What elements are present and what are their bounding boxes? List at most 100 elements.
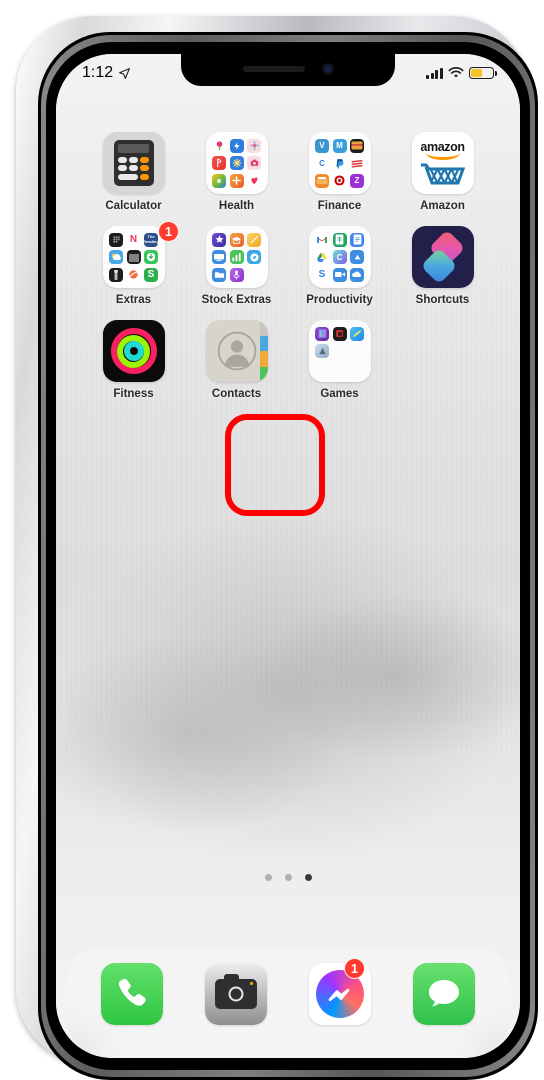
finance-folder-icon[interactable]: V M C Z <box>308 132 371 194</box>
mini-app-meet <box>332 267 347 282</box>
app-shortcuts[interactable]: Shortcuts <box>391 226 494 306</box>
mini-app <box>109 232 123 247</box>
mini-app-stocks <box>229 250 244 264</box>
mini-slot-empty <box>333 362 347 376</box>
folder-extras[interactable]: 1 N The Reading S Extras <box>82 221 185 306</box>
shortcuts-glyph-icon <box>423 232 462 282</box>
folder-stock-extras[interactable]: Stock Extras <box>185 226 288 306</box>
app-calculator[interactable]: Calculator <box>82 132 185 212</box>
dock-app-messenger[interactable]: 1 <box>309 958 371 1025</box>
page-dot-3-active[interactable] <box>304 874 312 881</box>
productivity-folder-icon[interactable]: C S <box>308 226 371 288</box>
app-row: Calculator Health V M C Z Finance amazon… <box>82 132 494 212</box>
mini-app-budget <box>315 173 329 188</box>
mini-app-game <box>332 326 347 341</box>
folder-health[interactable]: Health <box>185 132 288 212</box>
fitness-icon[interactable] <box>102 320 165 382</box>
folder-productivity[interactable]: C S Productivity <box>288 226 391 306</box>
calculator-icon[interactable] <box>102 132 165 194</box>
shortcuts-icon[interactable] <box>411 226 474 288</box>
camera-icon[interactable] <box>205 963 267 1025</box>
mini-app <box>229 138 244 153</box>
mini-app-gmail <box>315 232 329 247</box>
folder-finance[interactable]: V M C Z Finance <box>288 132 391 212</box>
contacts-icon[interactable] <box>205 320 268 382</box>
app-contacts[interactable]: Contacts <box>185 320 288 400</box>
contacts-index-tabs <box>259 320 268 382</box>
calculator-body <box>113 140 154 186</box>
speaker-grille <box>243 66 305 72</box>
camera-hump <box>224 974 239 980</box>
app-label: Calculator <box>105 200 162 212</box>
badge-count: 1 <box>158 221 179 242</box>
mini-app <box>247 138 261 153</box>
app-cell-empty <box>391 320 494 400</box>
dock-app-camera[interactable] <box>205 963 267 1025</box>
mini-app <box>247 173 261 188</box>
mini-app-venmo: V <box>315 138 329 153</box>
page-dot-1[interactable] <box>264 874 272 881</box>
mini-app-notes-alt <box>247 232 261 247</box>
mini-app <box>229 173 244 188</box>
stock-extras-folder-icon[interactable] <box>205 226 268 288</box>
phone-device-frame: 1:12 Calculator Health V M C Z Finance a… <box>16 16 538 1080</box>
mini-app-files <box>212 267 226 282</box>
calculator-keys <box>118 156 149 180</box>
location-arrow-icon <box>119 67 131 79</box>
mini-app <box>212 138 226 153</box>
mini-app-game <box>315 326 329 341</box>
mini-app <box>212 173 226 188</box>
mini-slot-empty <box>350 344 364 358</box>
battery-icon <box>469 67 497 79</box>
dock-app-phone[interactable] <box>101 963 163 1025</box>
app-amazon[interactable]: amazon Amazon <box>391 132 494 212</box>
phone-handset-icon <box>118 978 146 1006</box>
iphone-screen: 1:12 Calculator Health V M C Z Finance a… <box>56 54 520 1058</box>
badge-count: 1 <box>344 958 365 979</box>
phone-icon[interactable] <box>101 963 163 1025</box>
mini-app-onedrive <box>350 267 364 282</box>
mini-app-paint <box>126 267 141 282</box>
mini-slot-empty <box>350 362 364 376</box>
mini-app-cloud-arrow <box>350 250 364 264</box>
mini-app-chrome: C <box>332 250 347 264</box>
page-indicator-dots[interactable] <box>56 874 520 881</box>
app-fitness[interactable]: Fitness <box>82 320 185 400</box>
messenger-bolt-icon <box>328 988 350 1001</box>
messages-icon[interactable] <box>413 963 475 1025</box>
mini-app <box>229 156 244 170</box>
wifi-icon <box>448 67 464 78</box>
amazon-icon[interactable]: amazon <box>411 132 474 194</box>
battery-fill <box>471 69 482 77</box>
mini-app-weather <box>109 250 123 264</box>
amazon-wordmark: amazon <box>420 139 465 154</box>
app-label: Games <box>320 388 359 400</box>
camera-lens <box>228 986 244 1002</box>
status-bar-right <box>425 67 497 79</box>
mini-app-target <box>332 173 347 188</box>
camera-body <box>215 974 257 1009</box>
mini-app-flashlight <box>109 267 123 282</box>
app-label: Finance <box>317 200 362 212</box>
mini-app-podcasts <box>229 232 244 247</box>
mini-app-shopping: S <box>144 267 158 282</box>
notch <box>181 54 395 86</box>
health-folder-icon[interactable] <box>205 132 268 194</box>
mini-app-mint: M <box>332 138 347 153</box>
extras-folder-icon[interactable]: N The Reading S <box>102 226 165 288</box>
speech-bubble-icon <box>429 980 459 1007</box>
mini-app-voice-memos <box>229 267 244 282</box>
app-label: Stock Extras <box>201 294 272 306</box>
dock-app-messages[interactable] <box>413 963 475 1025</box>
mini-app-podcast <box>126 250 141 264</box>
games-folder-icon[interactable] <box>308 320 371 382</box>
mini-slot-empty <box>333 344 347 358</box>
mini-app <box>247 156 261 170</box>
mini-app-credit-karma: C <box>315 156 329 170</box>
mini-app-news: N <box>126 232 141 247</box>
page-dot-2[interactable] <box>284 874 292 881</box>
app-label: Amazon <box>420 200 465 212</box>
folder-games[interactable]: Games <box>288 320 391 400</box>
mini-app-zelle: Z <box>350 173 364 188</box>
mini-app-itunes <box>212 232 226 247</box>
